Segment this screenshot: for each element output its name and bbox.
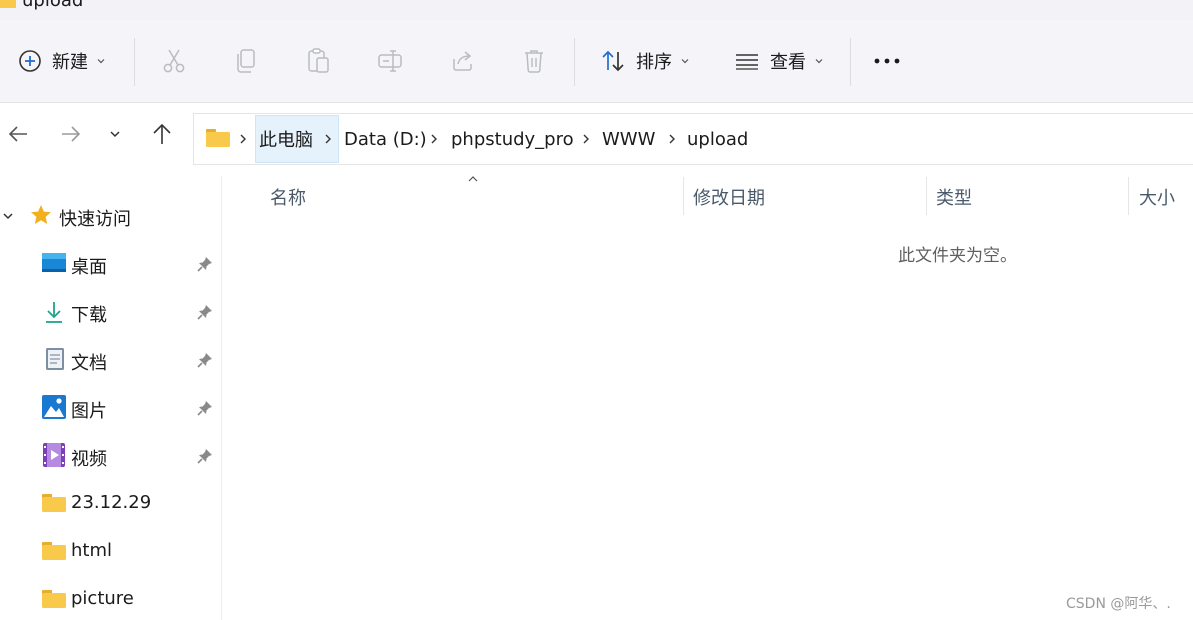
more-icon xyxy=(874,58,900,64)
breadcrumb-item-current[interactable]: upload xyxy=(687,114,748,164)
breadcrumb-separator-icon xyxy=(582,114,590,164)
sidebar-item-label: 视频 xyxy=(71,449,107,470)
sidebar-item-folder[interactable]: html xyxy=(0,531,222,571)
sidebar-item-label: html xyxy=(71,540,113,561)
view-lines-icon xyxy=(736,54,758,70)
quick-access-label: 快速访问 xyxy=(59,209,131,230)
address-bar[interactable]: 此电脑 Data (D:) phpstudy_pro WWW upload xyxy=(193,113,1193,165)
toolbar-divider xyxy=(134,38,135,86)
sidebar-item-folder[interactable]: picture xyxy=(0,579,222,619)
view-button[interactable]: 查看 xyxy=(730,20,828,102)
copy-button[interactable] xyxy=(226,20,266,102)
more-button[interactable] xyxy=(866,20,908,102)
sidebar-item-label: 桌面 xyxy=(71,257,107,278)
chevron-down-icon xyxy=(681,59,689,64)
folder-icon xyxy=(42,494,66,512)
folder-icon xyxy=(0,0,16,8)
breadcrumb-item[interactable]: WWW xyxy=(602,114,655,164)
up-arrow-icon xyxy=(153,123,171,144)
column-header-name[interactable]: 名称 xyxy=(270,177,306,217)
column-divider[interactable] xyxy=(926,177,927,215)
breadcrumb-separator-icon xyxy=(239,114,247,164)
command-bar: 新建 排序 查看 xyxy=(0,20,1193,103)
rename-icon xyxy=(378,50,402,72)
forward-arrow-icon xyxy=(62,126,81,142)
window-title: upload xyxy=(22,0,84,11)
breadcrumb-item[interactable]: phpstudy_pro xyxy=(451,114,574,164)
sidebar-item-downloads[interactable]: 下载 xyxy=(0,292,222,332)
pin-icon[interactable] xyxy=(197,448,213,464)
breadcrumb-separator-icon xyxy=(324,114,332,164)
paste-button[interactable] xyxy=(298,20,338,102)
sidebar-item-label: picture xyxy=(71,588,134,609)
pin-icon[interactable] xyxy=(197,400,213,416)
sidebar-item-videos[interactable]: 视频 xyxy=(0,436,222,476)
breadcrumb-separator-icon xyxy=(668,114,676,164)
pin-icon[interactable] xyxy=(197,256,213,272)
sidebar-item-desktop[interactable]: 桌面 xyxy=(0,244,222,284)
chevron-down-icon xyxy=(815,59,823,64)
column-header-size[interactable]: 大小 xyxy=(1139,177,1175,217)
sort-icon xyxy=(602,50,624,72)
sidebar-item-folder[interactable]: 23.12.29 xyxy=(0,483,222,523)
forward-button[interactable] xyxy=(52,103,90,165)
empty-folder-message: 此文件夹为空。 xyxy=(898,246,1017,266)
back-arrow-icon xyxy=(8,126,27,142)
plus-circle-icon xyxy=(19,50,41,72)
breadcrumb-separator-icon xyxy=(430,114,438,164)
column-divider[interactable] xyxy=(1128,177,1129,215)
folder-icon xyxy=(42,542,66,560)
documents-icon xyxy=(46,348,64,370)
desktop-icon xyxy=(42,253,66,272)
address-row: 此电脑 Data (D:) phpstudy_pro WWW upload xyxy=(0,103,1193,165)
pictures-icon xyxy=(42,395,66,419)
watermark: CSDN @阿华、. xyxy=(1066,596,1171,612)
share-icon xyxy=(453,51,472,71)
sidebar-item-label: 23.12.29 xyxy=(71,492,152,513)
view-label: 查看 xyxy=(770,52,806,73)
sort-ascending-icon xyxy=(468,176,478,182)
breadcrumb-item[interactable]: Data (D:) xyxy=(344,114,427,164)
pin-icon[interactable] xyxy=(197,352,213,368)
folder-icon xyxy=(42,590,66,608)
sidebar-item-pictures[interactable]: 图片 xyxy=(0,388,222,428)
paste-icon xyxy=(308,48,329,73)
recent-locations-button[interactable] xyxy=(102,103,128,165)
pin-icon[interactable] xyxy=(197,304,213,320)
column-header-type[interactable]: 类型 xyxy=(936,177,972,217)
sidebar-item-label: 文档 xyxy=(71,353,107,374)
videos-icon xyxy=(43,443,65,467)
chevron-down-icon xyxy=(3,213,13,220)
delete-button[interactable] xyxy=(514,20,554,102)
new-button[interactable]: 新建 xyxy=(14,20,110,102)
file-list: 名称 修改日期 类型 大小 此文件夹为空。 xyxy=(222,165,1193,620)
toolbar-divider xyxy=(574,38,575,86)
up-button[interactable] xyxy=(142,103,182,165)
chevron-down-icon xyxy=(110,131,120,138)
sort-label: 排序 xyxy=(636,52,672,73)
rename-button[interactable] xyxy=(370,20,410,102)
new-label: 新建 xyxy=(52,52,88,73)
sidebar-item-documents[interactable]: 文档 xyxy=(0,340,222,380)
cut-icon xyxy=(163,49,185,73)
share-button[interactable] xyxy=(442,20,482,102)
sidebar-item-label: 图片 xyxy=(71,401,107,422)
back-button[interactable] xyxy=(0,103,36,165)
sort-button[interactable]: 排序 xyxy=(596,20,694,102)
delete-icon xyxy=(525,50,543,73)
cut-button[interactable] xyxy=(154,20,194,102)
quick-access-header[interactable]: 快速访问 xyxy=(0,196,222,236)
title-bar: upload xyxy=(0,0,1193,20)
copy-icon xyxy=(237,49,255,73)
download-icon xyxy=(46,302,62,323)
folder-icon xyxy=(206,129,230,147)
breadcrumb-item[interactable]: 此电脑 xyxy=(259,114,313,164)
column-header-date-modified[interactable]: 修改日期 xyxy=(693,177,765,217)
navigation-pane: 快速访问 桌面 下载 文档 图片 视频 23.12.29 html pictur… xyxy=(0,176,222,620)
toolbar-divider xyxy=(850,38,851,86)
column-divider[interactable] xyxy=(683,177,684,215)
star-icon xyxy=(31,205,51,224)
sidebar-item-label: 下载 xyxy=(71,305,107,326)
chevron-down-icon xyxy=(97,59,105,64)
